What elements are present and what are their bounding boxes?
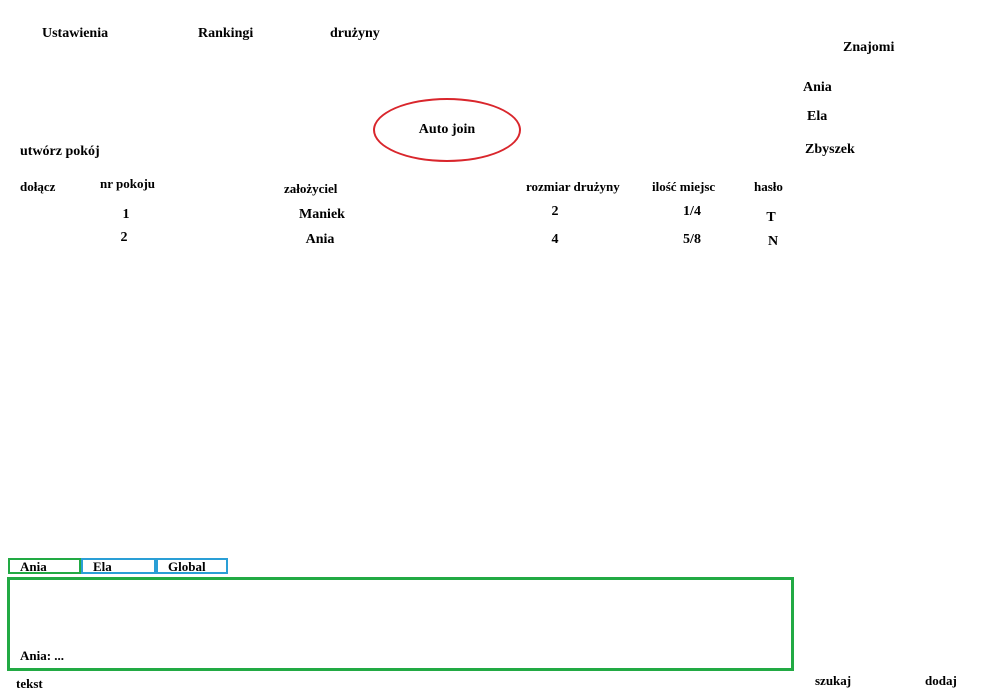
chat-message: Ania: ...	[20, 648, 65, 663]
founder-cell: Maniek	[299, 207, 345, 222]
column-header-password: hasło	[754, 179, 783, 194]
column-header-team-size: rozmiar drużyny	[526, 179, 620, 194]
founder-cell: Ania	[305, 232, 335, 247]
password-cell: N	[767, 234, 779, 249]
column-header-room-number: nr pokoju	[100, 176, 156, 191]
slots-cell: 1/4	[683, 204, 701, 219]
search-button[interactable]: szukaj	[815, 673, 851, 689]
room-number-cell: 1	[122, 207, 130, 222]
chat-message-area[interactable]: Ania: ...	[7, 577, 794, 671]
room-number-cell: 2	[120, 230, 128, 245]
nav-rankings-link[interactable]: Rankingi	[198, 26, 253, 42]
column-header-join: dołącz	[20, 179, 56, 194]
column-header-slots: ilość miejsc	[652, 179, 716, 194]
auto-join-label: Auto join	[418, 122, 476, 137]
team-size-cell: 2	[551, 204, 559, 219]
friend-item[interactable]: Ania	[803, 80, 832, 96]
auto-join-button[interactable]: Auto join	[373, 98, 521, 162]
nav-settings-link[interactable]: Ustawienia	[42, 26, 108, 42]
create-room-button[interactable]: utwórz pokój	[20, 144, 100, 160]
add-button[interactable]: dodaj	[925, 673, 957, 689]
nav-teams-link[interactable]: drużyny	[330, 26, 380, 42]
friend-item[interactable]: Ela	[807, 109, 827, 125]
friends-title: Znajomi	[843, 40, 895, 55]
team-size-cell: 4	[551, 232, 559, 247]
chat-tab-global[interactable]: Global	[156, 558, 228, 574]
chat-tab-ela[interactable]: Ela	[81, 558, 156, 574]
friend-item[interactable]: Zbyszek	[805, 142, 855, 158]
message-input[interactable]: tekst	[16, 676, 43, 692]
chat-tab-ania[interactable]: Ania	[8, 558, 81, 574]
column-header-founder: założyciel	[284, 181, 338, 196]
password-cell: T	[766, 210, 776, 225]
slots-cell: 5/8	[683, 232, 701, 247]
